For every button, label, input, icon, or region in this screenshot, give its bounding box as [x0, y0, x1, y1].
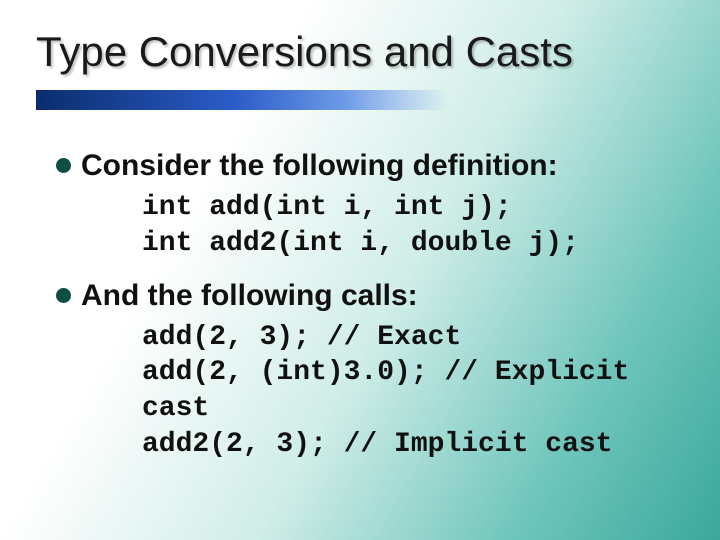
code-line: int add(int i, int j); [142, 192, 512, 223]
bullet-2-text: And the following calls: [81, 278, 418, 314]
bullet-item-1: Consider the following definition: [56, 148, 680, 184]
bullet-icon [56, 288, 71, 303]
code-block-1: int add(int i, int j); int add2(int i, d… [142, 190, 680, 262]
bullet-1-text: Consider the following definition: [81, 148, 558, 184]
bullet-item-2: And the following calls: [56, 278, 680, 314]
slide-title: Type Conversions and Casts [36, 28, 720, 76]
bullet-icon [56, 158, 71, 173]
code-line: add2(2, 3); // Implicit cast [142, 429, 612, 460]
code-line: int add2(int i, double j); [142, 228, 579, 259]
slide: Type Conversions and Casts Consider the … [0, 0, 720, 540]
title-area: Type Conversions and Casts [0, 0, 720, 120]
code-block-2: add(2, 3); // Exact add(2, (int)3.0); //… [142, 320, 680, 463]
code-line: add(2, 3); // Exact [142, 322, 461, 353]
content-area: Consider the following definition: int a… [0, 120, 720, 463]
title-underline [36, 90, 448, 110]
code-line: add(2, (int)3.0); // Explicit cast [142, 357, 646, 424]
